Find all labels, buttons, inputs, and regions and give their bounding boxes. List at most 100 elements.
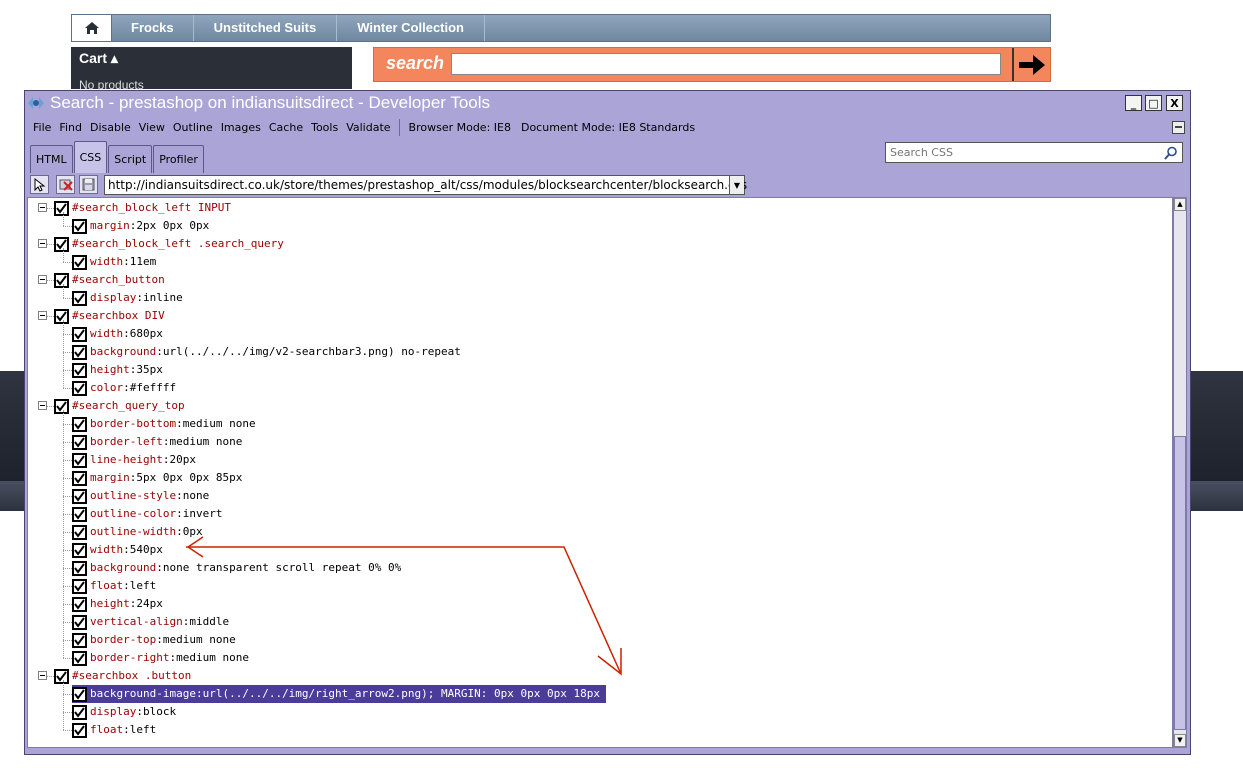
css-property-row[interactable]: width : 11em (72, 253, 156, 271)
property-checkbox[interactable] (72, 506, 87, 522)
collapse-icon[interactable] (38, 203, 47, 212)
nav-unstitched-suits[interactable]: Unstitched Suits (194, 15, 338, 41)
property-checkbox[interactable] (72, 290, 87, 306)
css-rule-selector-row[interactable]: #search_block_left .search_query (54, 235, 284, 253)
site-search-input[interactable] (451, 53, 1001, 75)
css-property-row[interactable]: background : none transparent scroll rep… (72, 559, 401, 577)
menu-validate[interactable]: Validate (342, 121, 394, 134)
property-checkbox[interactable] (72, 380, 87, 396)
css-property-row[interactable]: height : 24px (72, 595, 163, 613)
save-button[interactable] (79, 175, 98, 194)
property-checkbox[interactable] (72, 560, 87, 576)
property-checkbox[interactable] (72, 326, 87, 342)
rule-checkbox[interactable] (54, 668, 69, 684)
minimize-button[interactable]: _ (1125, 95, 1142, 111)
property-checkbox[interactable] (72, 434, 87, 450)
menu-view[interactable]: View (135, 121, 169, 134)
css-property-row[interactable]: margin : 5px 0px 0px 85px (72, 469, 242, 487)
css-property-row[interactable]: margin : 2px 0px 0px (72, 217, 209, 235)
property-checkbox[interactable] (72, 344, 87, 360)
css-property-row[interactable]: color : #feffff (72, 379, 176, 397)
property-checkbox[interactable] (72, 632, 87, 648)
menu-cache[interactable]: Cache (265, 121, 307, 134)
collapse-icon[interactable] (38, 671, 47, 680)
property-checkbox[interactable] (72, 254, 87, 270)
css-property-row[interactable]: float : left (72, 577, 156, 595)
property-checkbox[interactable] (72, 722, 87, 738)
select-element-button[interactable] (30, 175, 49, 194)
menu-images[interactable]: Images (217, 121, 265, 134)
css-property-row[interactable]: width : 540px (72, 541, 163, 559)
css-property-row[interactable]: width : 680px (72, 325, 163, 343)
rule-checkbox[interactable] (54, 308, 69, 324)
css-property-row[interactable]: border-right : medium none (72, 649, 249, 667)
scroll-up-icon[interactable]: ▲ (1174, 198, 1186, 211)
property-checkbox[interactable] (72, 704, 87, 720)
property-checkbox[interactable] (72, 470, 87, 486)
css-property-row[interactable]: height : 35px (72, 361, 163, 379)
property-checkbox[interactable] (72, 596, 87, 612)
property-checkbox[interactable] (72, 578, 87, 594)
home-button[interactable] (72, 15, 112, 41)
collapse-icon[interactable] (38, 239, 47, 248)
css-property-row[interactable]: vertical-align : middle (72, 613, 229, 631)
css-property-row[interactable]: float : left (72, 721, 156, 739)
css-property-row[interactable]: border-top : medium none (72, 631, 236, 649)
property-checkbox[interactable] (72, 542, 87, 558)
site-search-submit[interactable] (1012, 48, 1050, 81)
css-property-row[interactable]: outline-style : none (72, 487, 209, 505)
document-mode-menu[interactable]: Document Mode: IE8 Standards (516, 121, 700, 134)
cart-title[interactable]: Cart ▴ (79, 50, 118, 67)
search-icon[interactable] (1164, 146, 1178, 160)
scroll-down-icon[interactable]: ▼ (1174, 734, 1186, 747)
css-property-row[interactable]: border-left : medium none (72, 433, 242, 451)
menu-file[interactable]: File (25, 121, 55, 134)
search-css-input[interactable] (886, 143, 1164, 162)
menu-tools[interactable]: Tools (307, 121, 342, 134)
property-checkbox[interactable] (72, 362, 87, 378)
browser-mode-menu[interactable]: Browser Mode: IE8 (404, 121, 516, 134)
css-rule-selector-row[interactable]: #search_query_top (54, 397, 185, 415)
menu-find[interactable]: Find (55, 121, 86, 134)
css-property-row[interactable]: display : inline (72, 289, 183, 307)
css-property-row[interactable]: line-height : 20px (72, 451, 196, 469)
css-rule-selector-row[interactable]: #searchbox DIV (54, 307, 165, 325)
tab-profiler[interactable]: Profiler (153, 145, 204, 173)
css-rule-selector-row[interactable]: #search_block_left INPUT (54, 199, 231, 217)
chevron-down-icon[interactable]: ▼ (729, 176, 744, 194)
menu-outline[interactable]: Outline (169, 121, 217, 134)
css-property-row[interactable]: outline-color : invert (72, 505, 222, 523)
rule-checkbox[interactable] (54, 398, 69, 414)
property-checkbox[interactable] (72, 488, 87, 504)
property-checkbox[interactable] (72, 686, 87, 702)
tab-html[interactable]: HTML (30, 145, 73, 173)
collapse-icon[interactable] (38, 275, 47, 284)
stylesheet-select[interactable]: http://indiansuitsdirect.co.uk/store/the… (104, 175, 747, 195)
clear-button[interactable] (56, 175, 75, 194)
collapse-icon[interactable] (38, 311, 47, 320)
close-button[interactable]: X (1166, 95, 1183, 111)
css-property-row[interactable]: border-bottom : medium none (72, 415, 256, 433)
menu-disable[interactable]: Disable (86, 121, 135, 134)
css-rule-selector-row[interactable]: #search_button (54, 271, 165, 289)
property-checkbox[interactable] (72, 416, 87, 432)
devtools-titlebar[interactable]: Search - prestashop on indiansuitsdirect… (25, 91, 1190, 115)
css-rule-selector-row[interactable]: #searchbox .button (54, 667, 191, 685)
tab-script[interactable]: Script (108, 145, 153, 173)
nav-frocks[interactable]: Frocks (112, 15, 194, 41)
scroll-thumb[interactable] (1174, 436, 1186, 730)
pin-toggle-button[interactable] (1172, 121, 1185, 134)
rule-checkbox[interactable] (54, 200, 69, 216)
rule-checkbox[interactable] (54, 236, 69, 252)
rule-checkbox[interactable] (54, 272, 69, 288)
property-checkbox[interactable] (72, 614, 87, 630)
rules-scrollbar[interactable]: ▲ ▼ (1173, 197, 1187, 748)
property-checkbox[interactable] (72, 650, 87, 666)
nav-winter-collection[interactable]: Winter Collection (337, 15, 485, 41)
property-checkbox[interactable] (72, 452, 87, 468)
css-property-row[interactable]: background-image : url(../../../img/righ… (72, 685, 606, 703)
css-property-row[interactable]: outline-width : 0px (72, 523, 203, 541)
css-property-row[interactable]: background : url(../../../img/v2-searchb… (72, 343, 461, 361)
property-checkbox[interactable] (72, 218, 87, 234)
collapse-icon[interactable] (38, 401, 47, 410)
